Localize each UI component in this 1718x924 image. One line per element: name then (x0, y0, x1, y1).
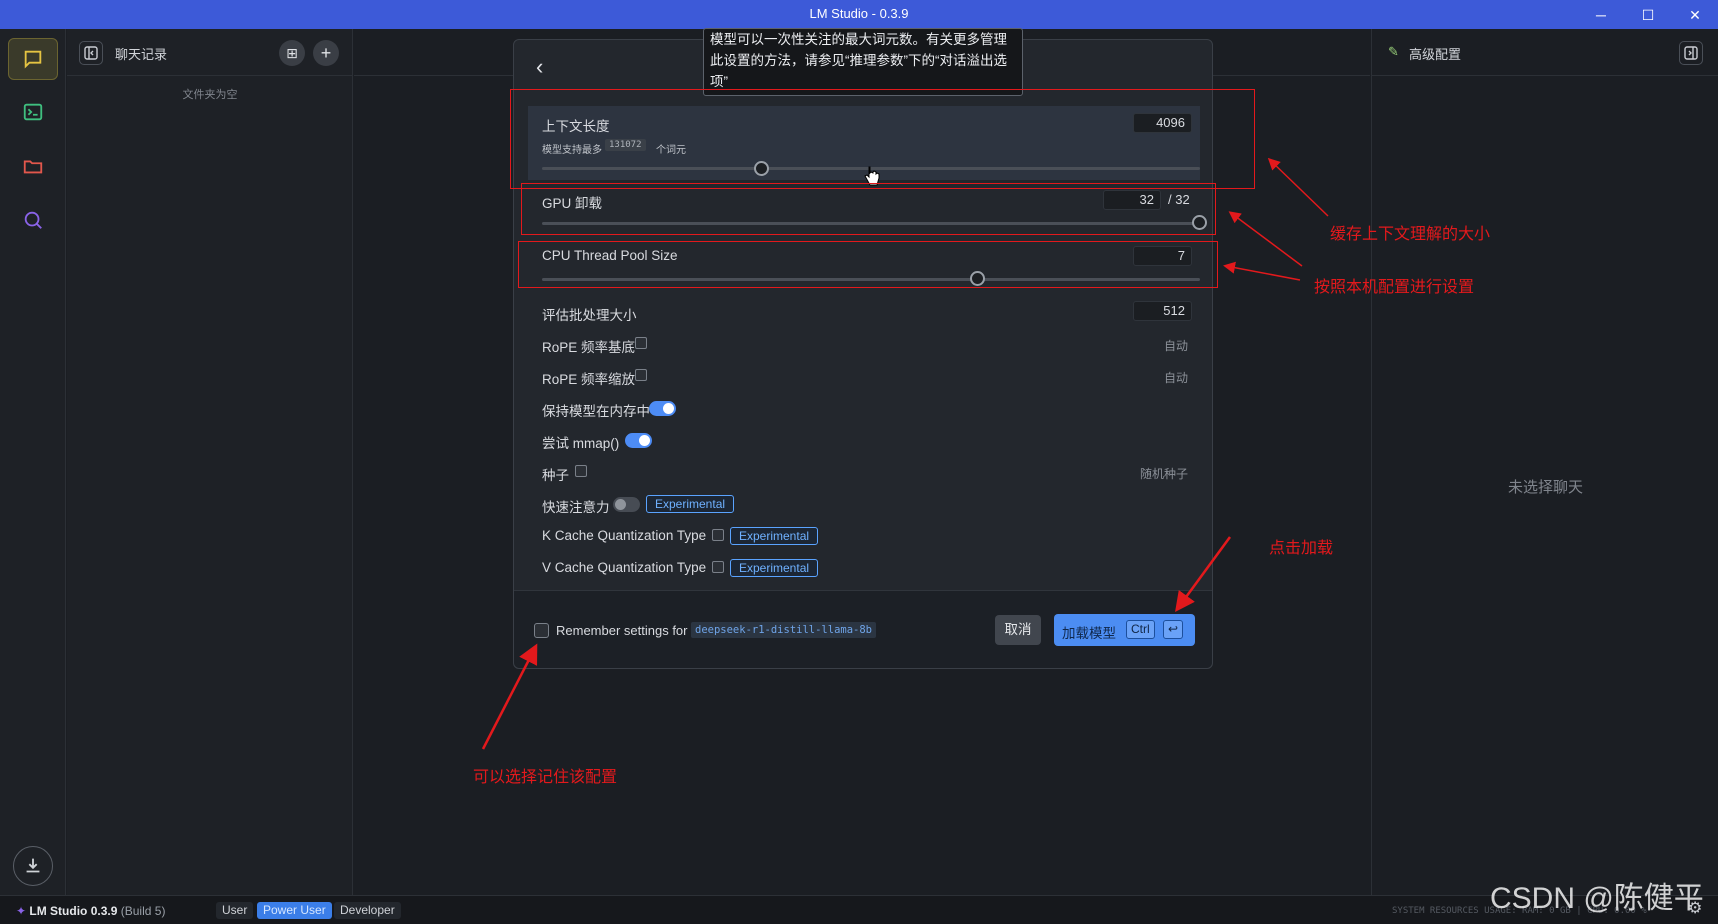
csdn-watermark: CSDN @陈健平 (1490, 882, 1704, 915)
annotation-click-load: 点击加载 (1269, 540, 1334, 557)
annotation-per-machine: 按照本机配置进行设置 (1314, 279, 1475, 296)
status-bar: ✦ LM Studio 0.3.9 (Build 5) User Power U… (0, 895, 1718, 924)
annotation-arrows (481, 157, 1329, 750)
app-version: ✦ LM Studio 0.3.9 (Build 5) (16, 904, 165, 918)
build-number: (Build 5) (120, 904, 166, 918)
mode-power-user[interactable]: Power User (257, 902, 332, 919)
annotation-cache-size: 缓存上下文理解的大小 (1330, 226, 1491, 243)
annotation-remember: 可以选择记住该配置 (473, 769, 618, 786)
mode-user[interactable]: User (216, 902, 254, 919)
mode-developer[interactable]: Developer (334, 902, 401, 919)
app-name: LM Studio 0.3.9 (29, 904, 118, 918)
lmstudio-logo-icon: ✦ (16, 904, 30, 918)
